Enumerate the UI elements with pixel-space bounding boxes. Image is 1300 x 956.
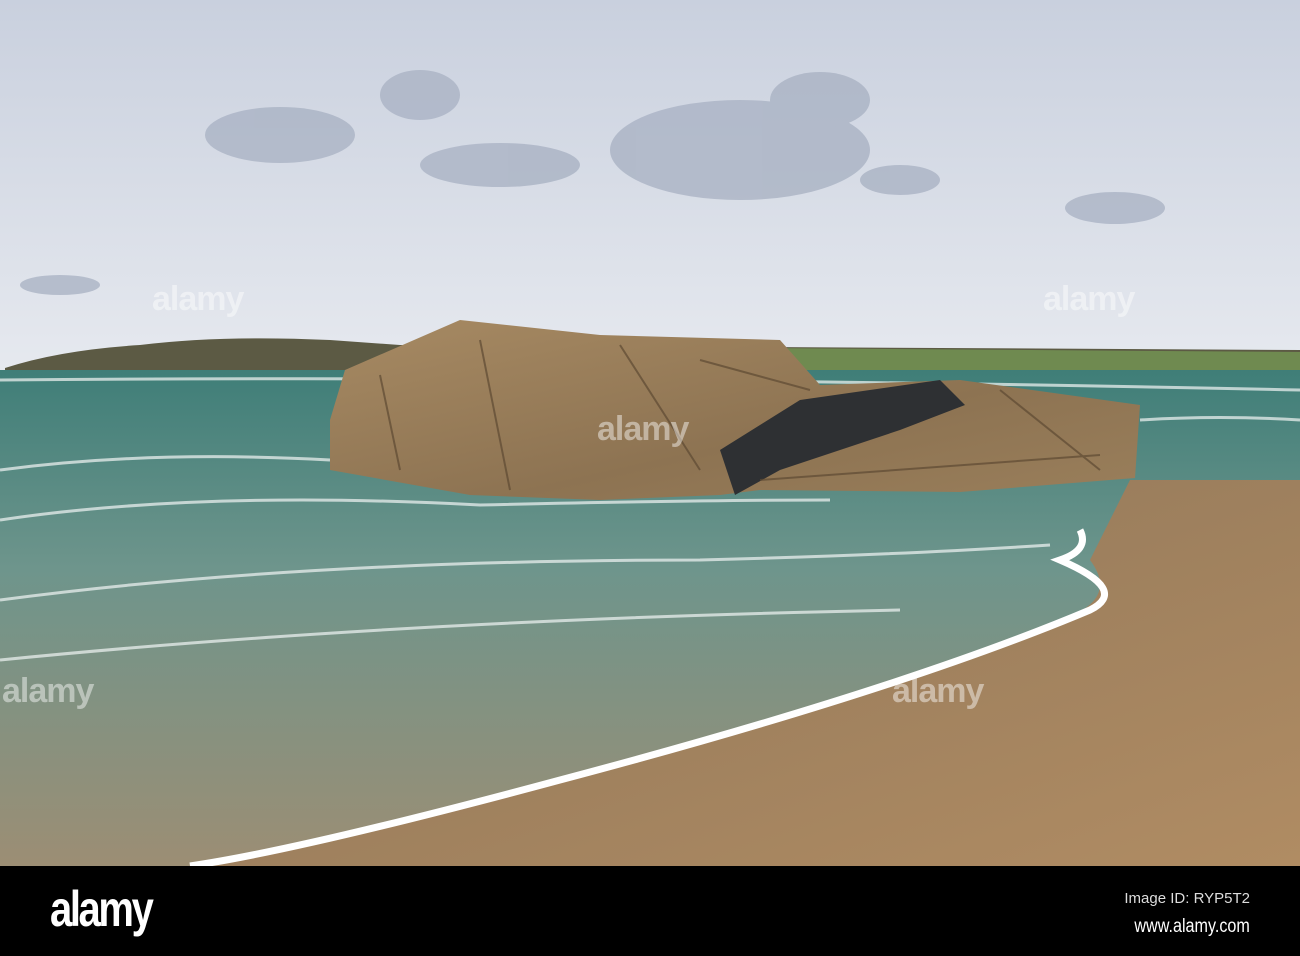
- image-id: Image ID: RYP5T2: [1124, 890, 1250, 907]
- watermark: alamy: [2, 672, 94, 710]
- watermark: alamy: [152, 280, 244, 318]
- footer-bar: alamy Image ID: RYP5T2 www.alamy.com: [0, 866, 1300, 956]
- watermark: alamy: [892, 672, 984, 710]
- watermark: alamy: [1043, 280, 1135, 318]
- watermark: alamy: [597, 410, 689, 448]
- stock-photo-frame: alamy alamy alamy alamy alamy alamy Imag…: [0, 0, 1300, 956]
- site-url: www.alamy.com: [1134, 916, 1250, 937]
- alamy-logo: alamy: [50, 881, 154, 937]
